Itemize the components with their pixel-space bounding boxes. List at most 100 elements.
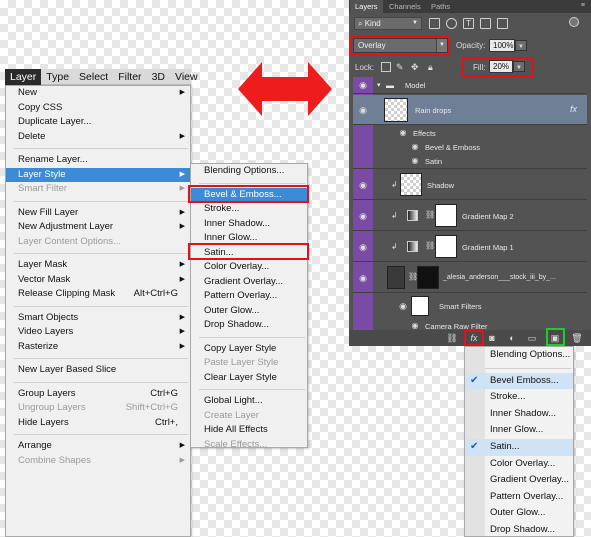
layer-row-smart-object[interactable]: ◉ ⛓ _alesia_anderson___stock_iii_by_... (353, 263, 587, 293)
menu-item-gradient-overlay[interactable]: Gradient Overlay... (465, 472, 573, 489)
menu-item-copy-css[interactable]: Copy CSS (6, 101, 190, 116)
filter-shape-icon[interactable] (480, 18, 491, 29)
delete-icon[interactable]: 🗑︎ (571, 332, 583, 344)
menu-item-color-overlay[interactable]: Color Overlay... (191, 260, 307, 275)
menu-item-new-layer-based-slice[interactable]: New Layer Based Slice (6, 363, 190, 378)
tab-layers[interactable]: Layers (350, 0, 383, 13)
eye-icon[interactable]: ◉ (397, 128, 409, 137)
menu-item-hide-all-effects[interactable]: Hide All Effects (191, 423, 307, 438)
lock-brush-icon[interactable]: ✎ (396, 62, 406, 72)
menu-item-pattern-overlay[interactable]: Pattern Overlay... (465, 489, 573, 506)
effects-row[interactable]: ◉ Effects (353, 126, 587, 140)
menu-item-drop-shadow[interactable]: Drop Shadow... (465, 522, 573, 537)
menu-item-outer-glow[interactable]: Outer Glow... (191, 304, 307, 319)
menu-item-release-clipping-mask[interactable]: Release Clipping Mask Alt+Ctrl+G (6, 287, 190, 302)
filter-adjustment-icon[interactable] (446, 18, 457, 29)
menu-item-new-adjustment-layer[interactable]: New Adjustment Layer ▶ (6, 220, 190, 235)
menu-item-smart-objects[interactable]: Smart Objects ▶ (6, 311, 190, 326)
menu-item-delete[interactable]: Delete ▶ (6, 130, 190, 145)
menu-item-stroke[interactable]: Stroke... (191, 202, 307, 217)
menu-item-rename-layer[interactable]: Rename Layer... (6, 153, 190, 168)
eye-icon[interactable]: ◉ (357, 242, 369, 253)
tab-paths[interactable]: Paths (431, 0, 450, 13)
effect-row-bevel[interactable]: ◉ Bevel & Emboss (353, 140, 587, 154)
panel-menu-icon[interactable]: ≡ (581, 2, 585, 9)
menu-filter[interactable]: Filter (113, 69, 146, 85)
add-mask-icon[interactable]: ◙ (486, 332, 498, 344)
menu-item-hide-layers[interactable]: Hide Layers Ctrl+, (6, 416, 190, 431)
eye-icon[interactable]: ◉ (357, 80, 369, 91)
menu-item-stroke[interactable]: Stroke... (465, 389, 573, 406)
menu-item-outer-glow[interactable]: Outer Glow... (465, 505, 573, 522)
link-layers-icon[interactable]: ⛓ (446, 332, 458, 344)
menu-item-new[interactable]: New ▶ (6, 86, 190, 101)
highlight-box-blend-mode (350, 36, 450, 56)
filter-smart-object-icon[interactable] (497, 18, 508, 29)
layer-row-shadow[interactable]: ◉ ↲ Shadow (353, 170, 587, 200)
eye-icon[interactable]: ◉ (409, 321, 421, 330)
menu-item-drop-shadow[interactable]: Drop Shadow... (191, 318, 307, 333)
lock-transparent-icon[interactable] (381, 62, 391, 72)
menu-item-inner-shadow[interactable]: Inner Shadow... (191, 217, 307, 232)
menu-item-blending-options[interactable]: Blending Options... (191, 164, 307, 179)
menu-item-inner-glow[interactable]: Inner Glow... (465, 422, 573, 439)
chevron-down-icon[interactable]: ▾ (377, 81, 381, 89)
menu-item-duplicate-layer[interactable]: Duplicate Layer... (6, 115, 190, 130)
new-group-icon[interactable]: ▭ (526, 332, 538, 344)
menu-item-inner-shadow[interactable]: Inner Shadow... (465, 406, 573, 423)
lock-all-icon[interactable]: 🔒︎ (428, 62, 438, 72)
layer-row-gradient-map-1[interactable]: ◉ ↲ ⛓ Gradient Map 1 (353, 232, 587, 262)
menu-item-blending-options[interactable]: Blending Options... (465, 347, 573, 364)
menu-item-gradient-overlay[interactable]: Gradient Overlay... (191, 275, 307, 290)
menu-item-color-overlay[interactable]: Color Overlay... (465, 456, 573, 473)
menu-item-vector-mask[interactable]: Vector Mask ▶ (6, 273, 190, 288)
menu-item-bevel-emboss[interactable]: ✔ Bevel Emboss... (465, 372, 573, 390)
panel-tabs: Layers Channels Paths ≡ (349, 0, 591, 13)
menu-layer[interactable]: Layer (5, 68, 42, 85)
menu-item-satin[interactable]: ✔ Satin... (465, 438, 573, 456)
filter-kind-select[interactable]: ⌕ Kind ▼ (354, 17, 422, 30)
eye-icon[interactable]: ◉ (357, 211, 369, 222)
eye-icon[interactable]: ◉ (357, 273, 369, 284)
menu-view[interactable]: View (170, 69, 203, 85)
tab-channels[interactable]: Channels (389, 0, 421, 13)
smart-filters-row[interactable]: ◉ Smart Filters (353, 294, 587, 319)
menu-item-new-fill-layer[interactable]: New Fill Layer ▶ (6, 206, 190, 221)
lock-position-icon[interactable]: ✥ (411, 62, 421, 72)
menu-item-label: Inner Glow... (204, 232, 258, 243)
eye-icon[interactable]: ◉ (409, 156, 421, 165)
menu-item-layer-style[interactable]: Layer Style ▶ (6, 167, 190, 182)
eye-icon[interactable]: ◉ (397, 301, 409, 312)
effect-row-satin[interactable]: ◉ Satin (353, 154, 587, 169)
menu-item-video-layers[interactable]: Video Layers ▶ (6, 325, 190, 340)
opacity-field[interactable]: 100% ▼ (489, 39, 527, 52)
layer-row-gradient-map-2[interactable]: ◉ ↲ ⛓ Gradient Map 2 (353, 201, 587, 231)
adjustment-layer-icon[interactable]: ◐ (506, 332, 518, 344)
submenu-arrow-icon: ▶ (179, 456, 185, 464)
filter-type-icon[interactable]: T (463, 18, 474, 29)
eye-icon[interactable]: ◉ (409, 142, 421, 151)
filter-pixel-icon[interactable] (429, 18, 440, 29)
clip-arrow-icon: ↲ (391, 180, 398, 189)
menu-item-shortcut: Alt+Ctrl+G (133, 288, 178, 299)
menu-item-rasterize[interactable]: Rasterize ▶ (6, 340, 190, 355)
menu-item-layer-mask[interactable]: Layer Mask ▶ (6, 258, 190, 273)
menu-item-label: Pattern Overlay... (204, 290, 278, 301)
menu-item-label: Paste Layer Style (204, 357, 279, 368)
menu-item-label: Inner Shadow... (204, 217, 271, 229)
eye-icon[interactable]: ◉ (357, 105, 369, 116)
eye-icon[interactable]: ◉ (357, 180, 369, 191)
menu-item-group-layers[interactable]: Group Layers Ctrl+G (6, 387, 190, 402)
menu-item-copy-layer-style[interactable]: Copy Layer Style (191, 342, 307, 357)
menu-item-global-light[interactable]: Global Light... (191, 394, 307, 409)
menu-type[interactable]: Type (41, 69, 74, 85)
menu-item-pattern-overlay[interactable]: Pattern Overlay... (191, 289, 307, 304)
menu-item-clear-layer-style[interactable]: Clear Layer Style (191, 371, 307, 386)
menu-item-arrange[interactable]: Arrange ▶ (6, 439, 190, 454)
menu-3d[interactable]: 3D (147, 69, 170, 85)
layer-row-rain-drops[interactable]: ◉ Rain drops fx (353, 95, 587, 125)
menu-select[interactable]: Select (74, 69, 113, 85)
fx-badge[interactable]: fx (570, 104, 577, 114)
filter-toggle-icon[interactable] (569, 17, 579, 27)
layer-row-group[interactable]: ◉ ▾ ▬ Model (353, 77, 587, 94)
